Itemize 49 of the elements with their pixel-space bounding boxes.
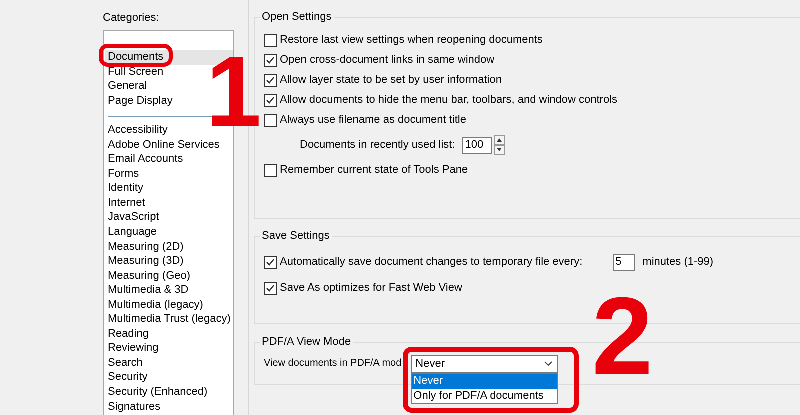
category-item[interactable]: Internet — [105, 196, 233, 210]
checkbox[interactable] — [264, 256, 277, 268]
option-label: Automatically save document changes to temporary file every: — [280, 256, 583, 268]
unit-label: minutes (1-99) — [642, 256, 714, 268]
dropdown-option[interactable]: Never — [412, 374, 557, 388]
category-item[interactable]: Search — [105, 356, 233, 370]
category-item[interactable]: Forms — [105, 166, 233, 182]
checkbox[interactable] — [264, 164, 277, 176]
option-label: Always use filename as document title — [280, 114, 466, 126]
minutes-field[interactable]: 5 — [612, 254, 635, 270]
dropdown[interactable]: Never — [410, 355, 558, 373]
category-item[interactable]: Identity — [105, 181, 233, 196]
option-label: Open cross-document links in same window — [280, 54, 495, 66]
category-item[interactable]: Reviewing — [105, 341, 233, 356]
category-item[interactable]: Language — [105, 225, 233, 240]
spinner-icon[interactable] — [494, 135, 506, 155]
option-label: Allow layer state to be set by user information — [280, 74, 502, 86]
group-title: PDF/A View Mode — [261, 336, 352, 348]
checkbox[interactable] — [264, 34, 277, 46]
count-field[interactable]: 100 — [462, 136, 492, 154]
option-label: Restore last view settings when reopening documents — [280, 34, 543, 46]
category-item[interactable]: Multimedia & 3D — [105, 283, 233, 298]
category-item[interactable]: Security (Enhanced) — [105, 385, 233, 400]
category-item[interactable]: Multimedia (legacy) — [105, 298, 233, 312]
option-label: View documents in PDF/A mod — [264, 358, 402, 369]
step-number: 2 — [592, 282, 654, 392]
category-item[interactable]: Email Accounts — [105, 152, 233, 167]
category-item[interactable]: Measuring (3D) — [105, 254, 233, 269]
group-title: Save Settings — [261, 230, 331, 242]
option-label: Allow documents to hide the menu bar, toolbars, and window controls — [280, 94, 618, 106]
dropdown-option[interactable]: Only for PDF/A documents — [412, 388, 557, 403]
category-item[interactable]: Multimedia Trust (legacy) — [105, 312, 233, 327]
checkbox[interactable] — [264, 94, 277, 106]
category-item[interactable]: Security — [105, 370, 233, 386]
category-item[interactable]: Reading — [105, 326, 233, 342]
group-title: Open Settings — [261, 11, 333, 23]
checkbox[interactable] — [264, 282, 277, 294]
category-item[interactable]: Measuring (2D) — [105, 240, 233, 254]
checkbox[interactable] — [264, 114, 277, 126]
category-item[interactable]: Adobe Online Services — [105, 138, 233, 152]
categories-label: Categories: — [103, 12, 160, 26]
checkbox[interactable] — [264, 74, 277, 86]
option-label: Documents in recently used list: — [300, 139, 456, 151]
option-label: Save As optimizes for Fast Web View — [280, 282, 462, 294]
checkbox[interactable] — [264, 54, 277, 66]
option-label: Remember current state of Tools Pane — [280, 164, 468, 176]
category-item[interactable]: Measuring (Geo) — [105, 268, 233, 284]
category-item[interactable]: Signatures — [105, 400, 233, 414]
category-item[interactable]: JavaScript — [105, 210, 233, 226]
